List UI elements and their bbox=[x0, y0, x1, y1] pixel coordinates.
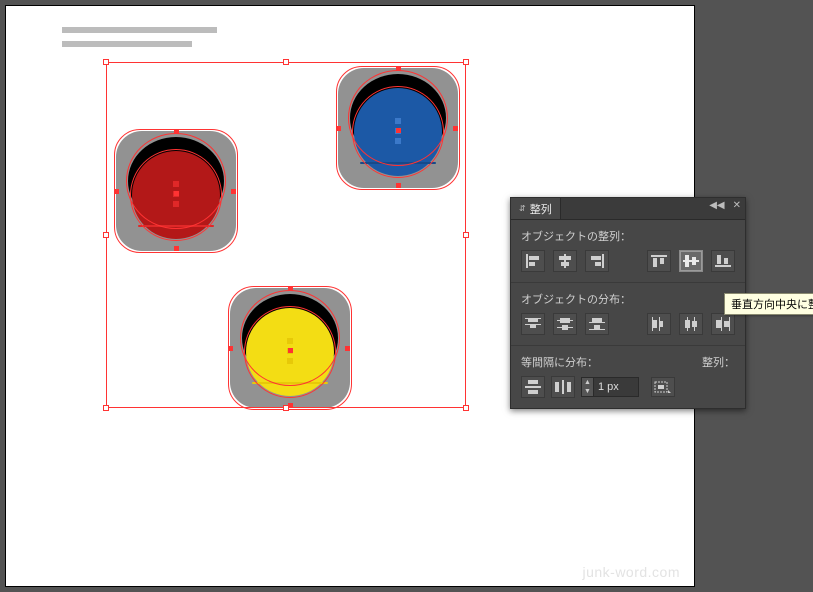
vertical-align-top-button[interactable] bbox=[647, 250, 671, 272]
resize-handle[interactable] bbox=[103, 59, 109, 65]
horizontal-align-left-button[interactable] bbox=[521, 250, 545, 272]
horizontal-distribute-left-button[interactable] bbox=[647, 313, 671, 335]
space-h-icon bbox=[555, 380, 571, 394]
align-top-icon bbox=[651, 254, 667, 268]
align-hcenter-icon bbox=[557, 254, 573, 268]
horizontal-distribute-space-button[interactable] bbox=[551, 376, 575, 398]
align-left-icon bbox=[525, 254, 541, 268]
resize-handle[interactable] bbox=[103, 405, 109, 411]
spacing-input[interactable] bbox=[594, 381, 638, 393]
panel-tabbar[interactable]: ⇵ 整列 ◀◀ ✕ bbox=[511, 198, 745, 220]
tooltip: 垂直方向中央に整列 bbox=[724, 293, 813, 315]
placeholder-line bbox=[62, 41, 192, 47]
dist-hright-icon bbox=[715, 317, 731, 331]
resize-handle[interactable] bbox=[463, 232, 469, 238]
vertical-distribute-space-button[interactable] bbox=[521, 376, 545, 398]
align-to-selection-icon bbox=[654, 380, 672, 394]
canvas-object-yellow[interactable] bbox=[230, 288, 350, 408]
panel-close-icon[interactable]: ✕ bbox=[733, 200, 741, 211]
align-vcenter-icon bbox=[683, 254, 699, 268]
canvas-object-red[interactable] bbox=[116, 131, 236, 251]
horizontal-align-center-button[interactable] bbox=[553, 250, 577, 272]
dist-hleft-icon bbox=[651, 317, 667, 331]
chevron-down-icon: ⇵ bbox=[519, 204, 526, 213]
distribute-objects-row bbox=[521, 313, 735, 335]
spacing-stepper[interactable]: ▲ ▼ bbox=[582, 378, 594, 396]
align-bottom-icon bbox=[715, 254, 731, 268]
vertical-align-bottom-button[interactable] bbox=[711, 250, 735, 272]
align-right-icon bbox=[589, 254, 605, 268]
resize-handle[interactable] bbox=[103, 232, 109, 238]
section-label-spacing: 等間隔に分布： bbox=[521, 354, 598, 370]
horizontal-align-right-button[interactable] bbox=[585, 250, 609, 272]
resize-handle[interactable] bbox=[283, 59, 289, 65]
stepper-down-button[interactable]: ▼ bbox=[582, 387, 593, 396]
distribute-spacing-row: ▲ ▼ bbox=[521, 376, 735, 398]
space-v-icon bbox=[525, 380, 541, 394]
vertical-distribute-bottom-button[interactable] bbox=[585, 313, 609, 335]
dist-vbottom-icon bbox=[589, 317, 605, 331]
horizontal-distribute-right-button[interactable] bbox=[711, 313, 735, 335]
spacing-value-field[interactable]: ▲ ▼ bbox=[581, 377, 639, 397]
resize-handle[interactable] bbox=[463, 59, 469, 65]
horizontal-distribute-center-button[interactable] bbox=[679, 313, 703, 335]
dist-vtop-icon bbox=[525, 317, 541, 331]
panel-collapse-icon[interactable]: ◀◀ bbox=[709, 200, 724, 211]
vertical-align-center-button[interactable] bbox=[679, 250, 703, 272]
section-label-align: オブジェクトの整列： bbox=[521, 228, 735, 244]
align-objects-row bbox=[521, 250, 735, 272]
placeholder-line bbox=[62, 27, 217, 33]
dist-vcenter-icon bbox=[557, 317, 573, 331]
align-panel[interactable]: ⇵ 整列 ◀◀ ✕ オブジェクトの整列： bbox=[510, 197, 746, 409]
resize-handle[interactable] bbox=[463, 405, 469, 411]
section-label-distribute: オブジェクトの分布： bbox=[521, 291, 735, 307]
panel-tab-align[interactable]: ⇵ 整列 bbox=[511, 198, 561, 219]
vertical-distribute-center-button[interactable] bbox=[553, 313, 577, 335]
watermark: junk-word.com bbox=[582, 564, 680, 580]
vertical-distribute-top-button[interactable] bbox=[521, 313, 545, 335]
stepper-up-button[interactable]: ▲ bbox=[582, 378, 593, 387]
dist-hcenter-icon bbox=[683, 317, 699, 331]
section-label-align-to: 整列： bbox=[702, 354, 735, 370]
canvas-object-blue[interactable] bbox=[338, 68, 458, 188]
panel-title: 整列 bbox=[530, 201, 552, 217]
align-to-flyout-button[interactable] bbox=[651, 377, 675, 397]
